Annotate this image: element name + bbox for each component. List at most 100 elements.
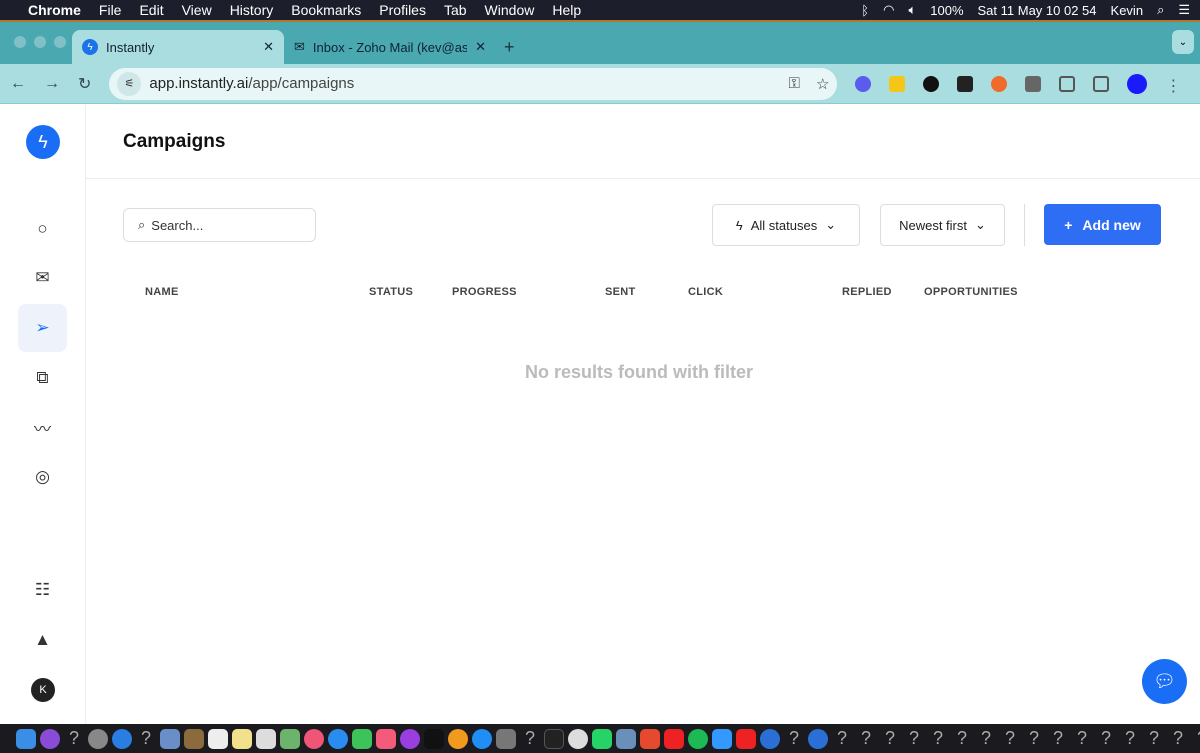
unknown-app-icon[interactable]: ? bbox=[1192, 728, 1200, 749]
spotify-icon[interactable] bbox=[688, 728, 708, 749]
unknown-app-icon[interactable]: ? bbox=[904, 728, 924, 749]
mail-icon[interactable]: ✉ bbox=[18, 254, 67, 302]
extension-icon[interactable] bbox=[889, 75, 906, 92]
send-icon[interactable]: ➢ bbox=[18, 304, 67, 352]
volume-icon[interactable]: 🔈︎ bbox=[908, 2, 916, 18]
menu-history[interactable]: History bbox=[230, 2, 274, 18]
extension-icon[interactable] bbox=[1025, 75, 1042, 92]
menu-profiles[interactable]: Profiles bbox=[379, 2, 426, 18]
app-icon[interactable] bbox=[664, 728, 684, 749]
app-icon[interactable] bbox=[736, 728, 756, 749]
reload-icon[interactable]: ↻ bbox=[78, 74, 91, 94]
key-icon[interactable]: ⚿ bbox=[789, 75, 800, 93]
bluetooth-icon[interactable]: ᛒ bbox=[861, 3, 869, 18]
close-tab-icon[interactable]: ✕ bbox=[263, 39, 274, 55]
photos-icon[interactable] bbox=[304, 728, 324, 749]
finder-icon[interactable] bbox=[16, 728, 36, 749]
preview-icon[interactable] bbox=[160, 728, 180, 749]
notes-icon[interactable] bbox=[232, 728, 252, 749]
user-avatar[interactable]: K bbox=[31, 678, 55, 702]
maps-icon[interactable] bbox=[280, 728, 300, 749]
unknown-app-icon[interactable]: ? bbox=[952, 728, 972, 749]
brave-icon[interactable] bbox=[640, 728, 660, 749]
forward-icon[interactable]: → bbox=[44, 75, 60, 93]
search-input[interactable]: ⌕ Search... bbox=[123, 208, 316, 242]
menu-tab[interactable]: Tab bbox=[444, 2, 467, 18]
unknown-app-icon[interactable]: ? bbox=[1072, 728, 1092, 749]
column-replied[interactable]: REPLIED bbox=[842, 286, 892, 298]
spotlight-icon[interactable]: ⌕ bbox=[1157, 2, 1164, 18]
status-filter-dropdown[interactable]: ϟ All statuses ⌄ bbox=[712, 204, 860, 246]
menu-help[interactable]: Help bbox=[552, 2, 581, 18]
books-icon[interactable] bbox=[448, 728, 468, 749]
chevron-down-icon[interactable]: ⌄ bbox=[1172, 30, 1194, 54]
unknown-app-icon[interactable]: ? bbox=[1144, 728, 1164, 749]
menu-view[interactable]: View bbox=[182, 2, 212, 18]
column-sent[interactable]: SENT bbox=[605, 286, 636, 298]
new-tab-icon[interactable]: + bbox=[496, 37, 523, 58]
column-status[interactable]: STATUS bbox=[369, 286, 413, 298]
globe-icon[interactable] bbox=[808, 728, 828, 749]
star-icon[interactable]: ☆ bbox=[816, 75, 829, 93]
unknown-app-icon[interactable]: ? bbox=[928, 728, 948, 749]
wifi-icon[interactable]: ◠ bbox=[883, 2, 894, 18]
account-icon[interactable]: ◎ bbox=[18, 453, 67, 501]
instantly-logo[interactable]: ϟ bbox=[26, 125, 60, 159]
unknown-app-icon[interactable]: ? bbox=[520, 728, 540, 749]
whatsapp-icon[interactable] bbox=[592, 728, 612, 749]
unknown-app-icon[interactable]: ? bbox=[856, 728, 876, 749]
control-center-icon[interactable]: ☰ bbox=[1178, 2, 1190, 18]
extension-icon[interactable] bbox=[991, 75, 1008, 92]
chrome-icon[interactable] bbox=[568, 728, 588, 749]
clock[interactable]: Sat 11 May 10 02 54 bbox=[978, 3, 1097, 18]
calendar-icon[interactable] bbox=[208, 728, 228, 749]
profile-avatar[interactable] bbox=[1127, 73, 1148, 94]
chat-support-button[interactable]: 💬︎ bbox=[1142, 659, 1187, 704]
address-bar[interactable]: ⚟ app.instantly.ai/app/campaigns ⚿ ☆ bbox=[109, 67, 838, 100]
unknown-app-icon[interactable]: ? bbox=[136, 728, 156, 749]
siri-icon[interactable] bbox=[40, 728, 60, 749]
unknown-app-icon[interactable]: ? bbox=[1048, 728, 1068, 749]
music-icon[interactable] bbox=[376, 728, 396, 749]
site-settings-icon[interactable]: ⚟ bbox=[117, 71, 142, 96]
close-tab-icon[interactable]: ✕ bbox=[475, 39, 486, 55]
analytics-icon[interactable]: 〰 bbox=[18, 403, 67, 451]
unknown-app-icon[interactable]: ? bbox=[784, 728, 804, 749]
search-icon[interactable]: ○ bbox=[18, 205, 67, 253]
column-opportunities[interactable]: OPPORTUNITIES bbox=[924, 286, 1018, 298]
menu-window[interactable]: Window bbox=[485, 2, 535, 18]
unknown-app-icon[interactable]: ? bbox=[1168, 728, 1188, 749]
feedback-icon[interactable]: ☷ bbox=[18, 566, 67, 614]
column-click[interactable]: CLICK bbox=[688, 286, 723, 298]
messages-icon[interactable] bbox=[328, 728, 348, 749]
side-panel-icon[interactable] bbox=[1093, 75, 1110, 92]
unknown-app-icon[interactable]: ? bbox=[1096, 728, 1116, 749]
facetime-icon[interactable] bbox=[352, 728, 372, 749]
unknown-app-icon[interactable]: ? bbox=[976, 728, 996, 749]
unknown-app-icon[interactable]: ? bbox=[64, 728, 84, 749]
safari-icon[interactable] bbox=[112, 728, 132, 749]
unknown-app-icon[interactable]: ? bbox=[1024, 728, 1044, 749]
app-icon[interactable] bbox=[616, 728, 636, 749]
bluetooth-icon[interactable] bbox=[712, 728, 732, 749]
extension-icon[interactable] bbox=[923, 75, 940, 92]
contacts-icon[interactable] bbox=[184, 728, 204, 749]
menu-bookmarks[interactable]: Bookmarks bbox=[291, 2, 361, 18]
column-name[interactable]: NAME bbox=[145, 286, 179, 298]
extension-icon[interactable] bbox=[957, 75, 974, 92]
podcasts-icon[interactable] bbox=[400, 728, 420, 749]
tab-zoho-mail[interactable]: ✉ Inbox - Zoho Mail (kev@askn ✕ bbox=[284, 30, 496, 64]
unknown-app-icon[interactable]: ? bbox=[832, 728, 852, 749]
copy-icon[interactable]: ⧉ bbox=[18, 354, 67, 402]
system-settings-icon[interactable] bbox=[496, 728, 516, 749]
rocket-icon[interactable]: ▲ bbox=[18, 616, 67, 664]
menu-dots-icon[interactable]: ⋮ bbox=[1165, 76, 1181, 95]
menu-edit[interactable]: Edit bbox=[139, 2, 163, 18]
terminal-icon[interactable] bbox=[544, 728, 564, 749]
window-controls[interactable] bbox=[14, 36, 66, 48]
back-icon[interactable]: ← bbox=[10, 75, 26, 93]
tv-icon[interactable] bbox=[424, 728, 444, 749]
user-name[interactable]: Kevin bbox=[1111, 3, 1144, 18]
app-store-icon[interactable] bbox=[472, 728, 492, 749]
column-progress[interactable]: PROGRESS bbox=[452, 286, 517, 298]
